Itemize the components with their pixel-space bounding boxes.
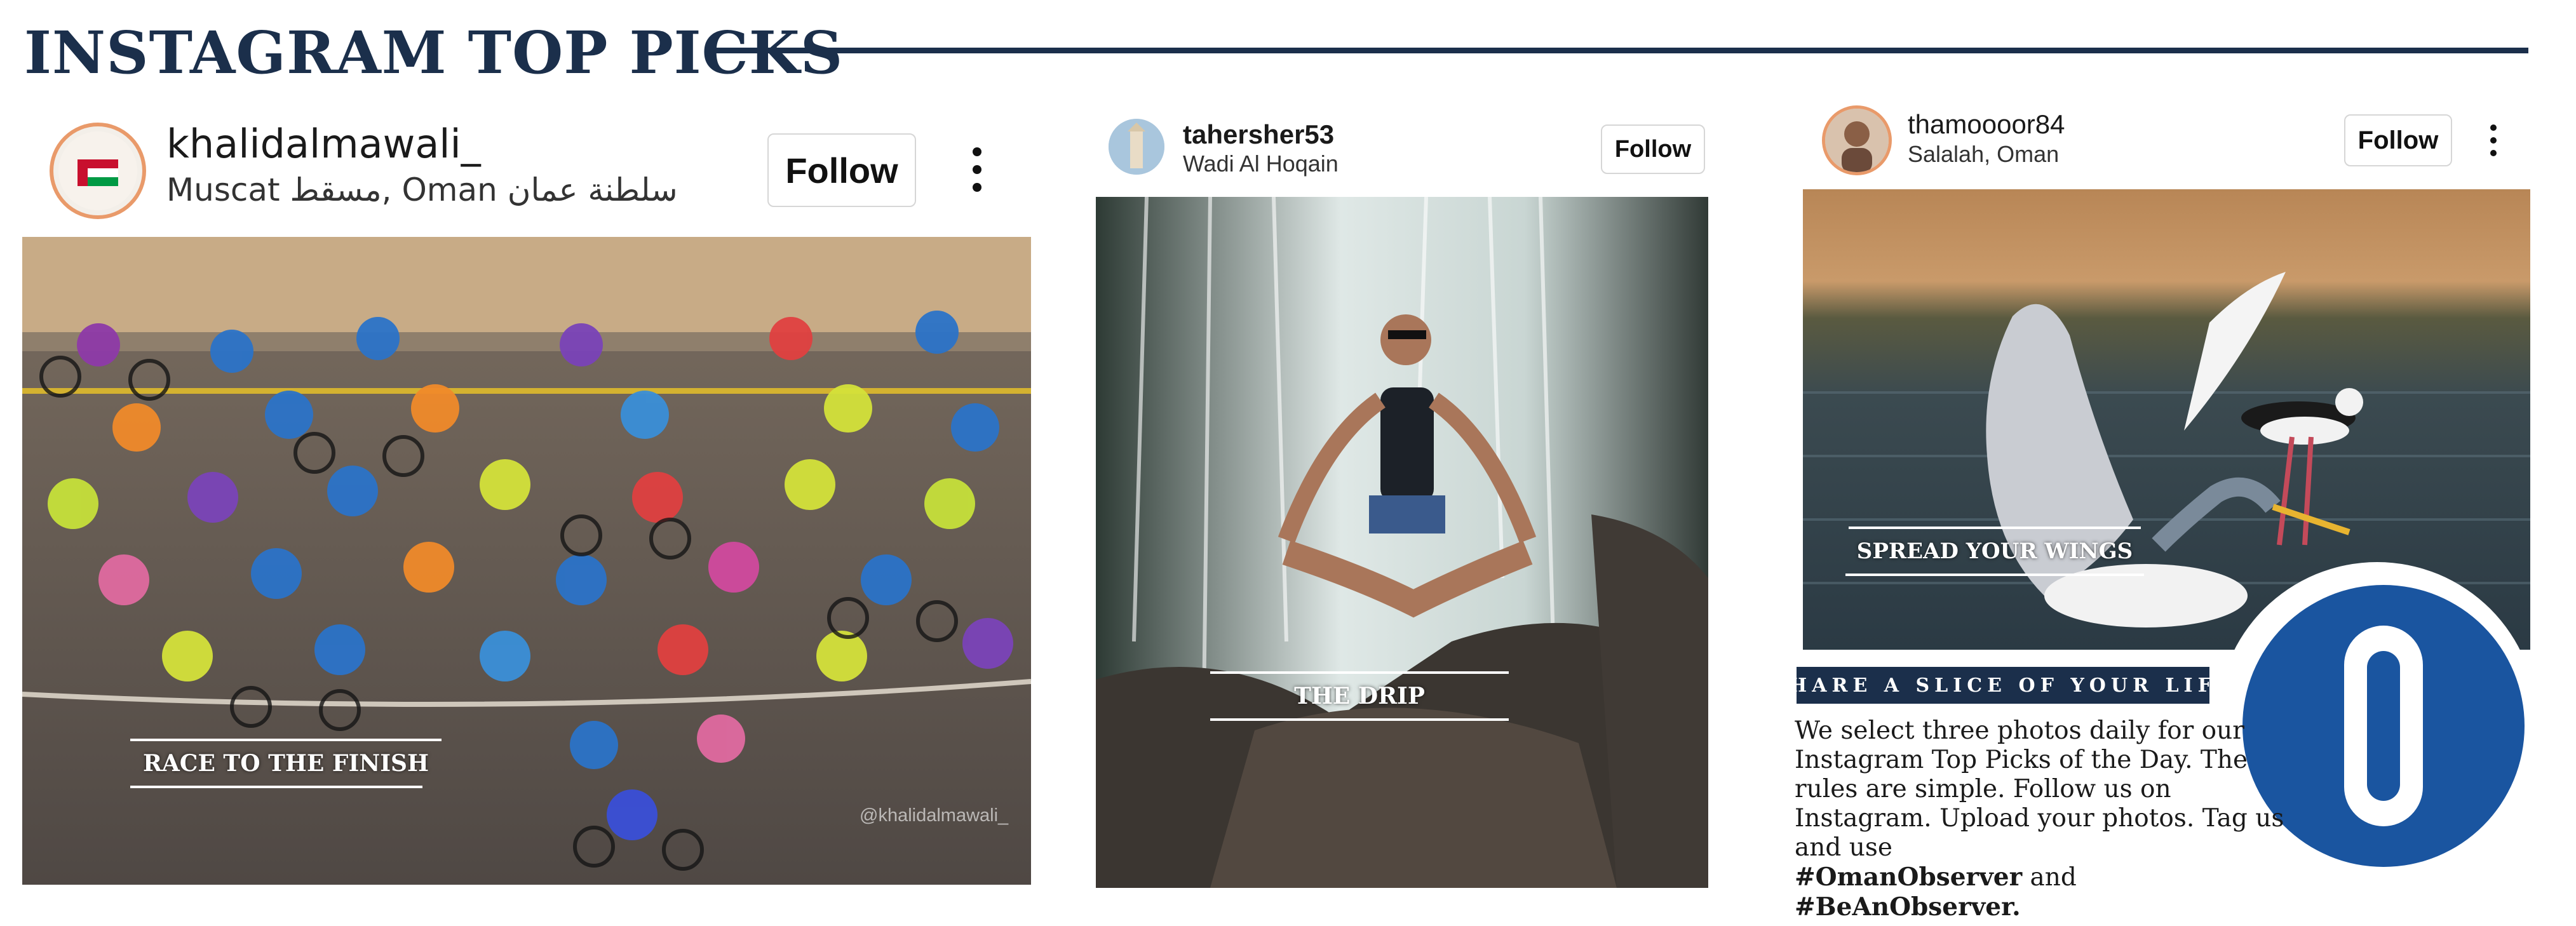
caption-text: SPREAD YOUR WINGS: [1856, 539, 2133, 564]
caption-bottom-rule: [1845, 574, 2144, 576]
post-location[interactable]: Wadi Al Hoqain: [1183, 151, 1339, 177]
info-joiner: and: [2030, 863, 2077, 892]
avatar[interactable]: [1109, 119, 1164, 175]
waterfall-image: [1096, 197, 1708, 888]
photo-caption: RACE TO THE FINISH: [130, 739, 442, 788]
hashtag-omanobserver[interactable]: #OmanObserver: [1795, 862, 2022, 892]
title-divider: [711, 48, 2528, 53]
info-text: We select three photos daily for our Ins…: [1795, 716, 2303, 922]
photo-watermark: @khalidalmawali_: [860, 805, 1009, 826]
caption-text: THE DRIP: [1294, 683, 1425, 709]
share-banner: SHARE A SLICE OF YOUR LIFE: [1770, 667, 2231, 704]
hashtag-beanobserver[interactable]: #BeAnObserver.: [1795, 892, 2021, 922]
caption-bottom-rule: [130, 786, 422, 788]
info-body: We select three photos daily for our Ins…: [1795, 716, 2284, 862]
avatar[interactable]: [1822, 105, 1892, 175]
more-options-icon[interactable]: [2489, 124, 2498, 156]
post-username[interactable]: khalidalmawali_: [166, 121, 481, 167]
post-location[interactable]: Salalah, Oman: [1908, 141, 2059, 168]
post-username[interactable]: tahersher53: [1183, 119, 1334, 150]
follow-button[interactable]: Follow: [2344, 114, 2452, 166]
follow-button[interactable]: Follow: [1601, 124, 1705, 174]
photo-caption: SPREAD YOUR WINGS: [1845, 527, 2144, 576]
avatar-tower-icon: [1109, 119, 1164, 175]
avatar[interactable]: [50, 123, 146, 219]
post-username[interactable]: thamoooor84: [1908, 109, 2065, 140]
more-options-icon[interactable]: [971, 147, 983, 192]
avatar-person-icon: [1825, 109, 1889, 172]
follow-button[interactable]: Follow: [767, 133, 916, 207]
photo-caption: THE DRIP: [1210, 671, 1509, 721]
post-location[interactable]: Muscat مسقط, Oman سلطنة عمان: [166, 171, 678, 208]
caption-bottom-rule: [1210, 718, 1509, 721]
post-photo-waterfall: [1096, 197, 1708, 888]
avatar-flag-icon: [58, 131, 137, 210]
caption-text: RACE TO THE FINISH: [142, 750, 429, 777]
